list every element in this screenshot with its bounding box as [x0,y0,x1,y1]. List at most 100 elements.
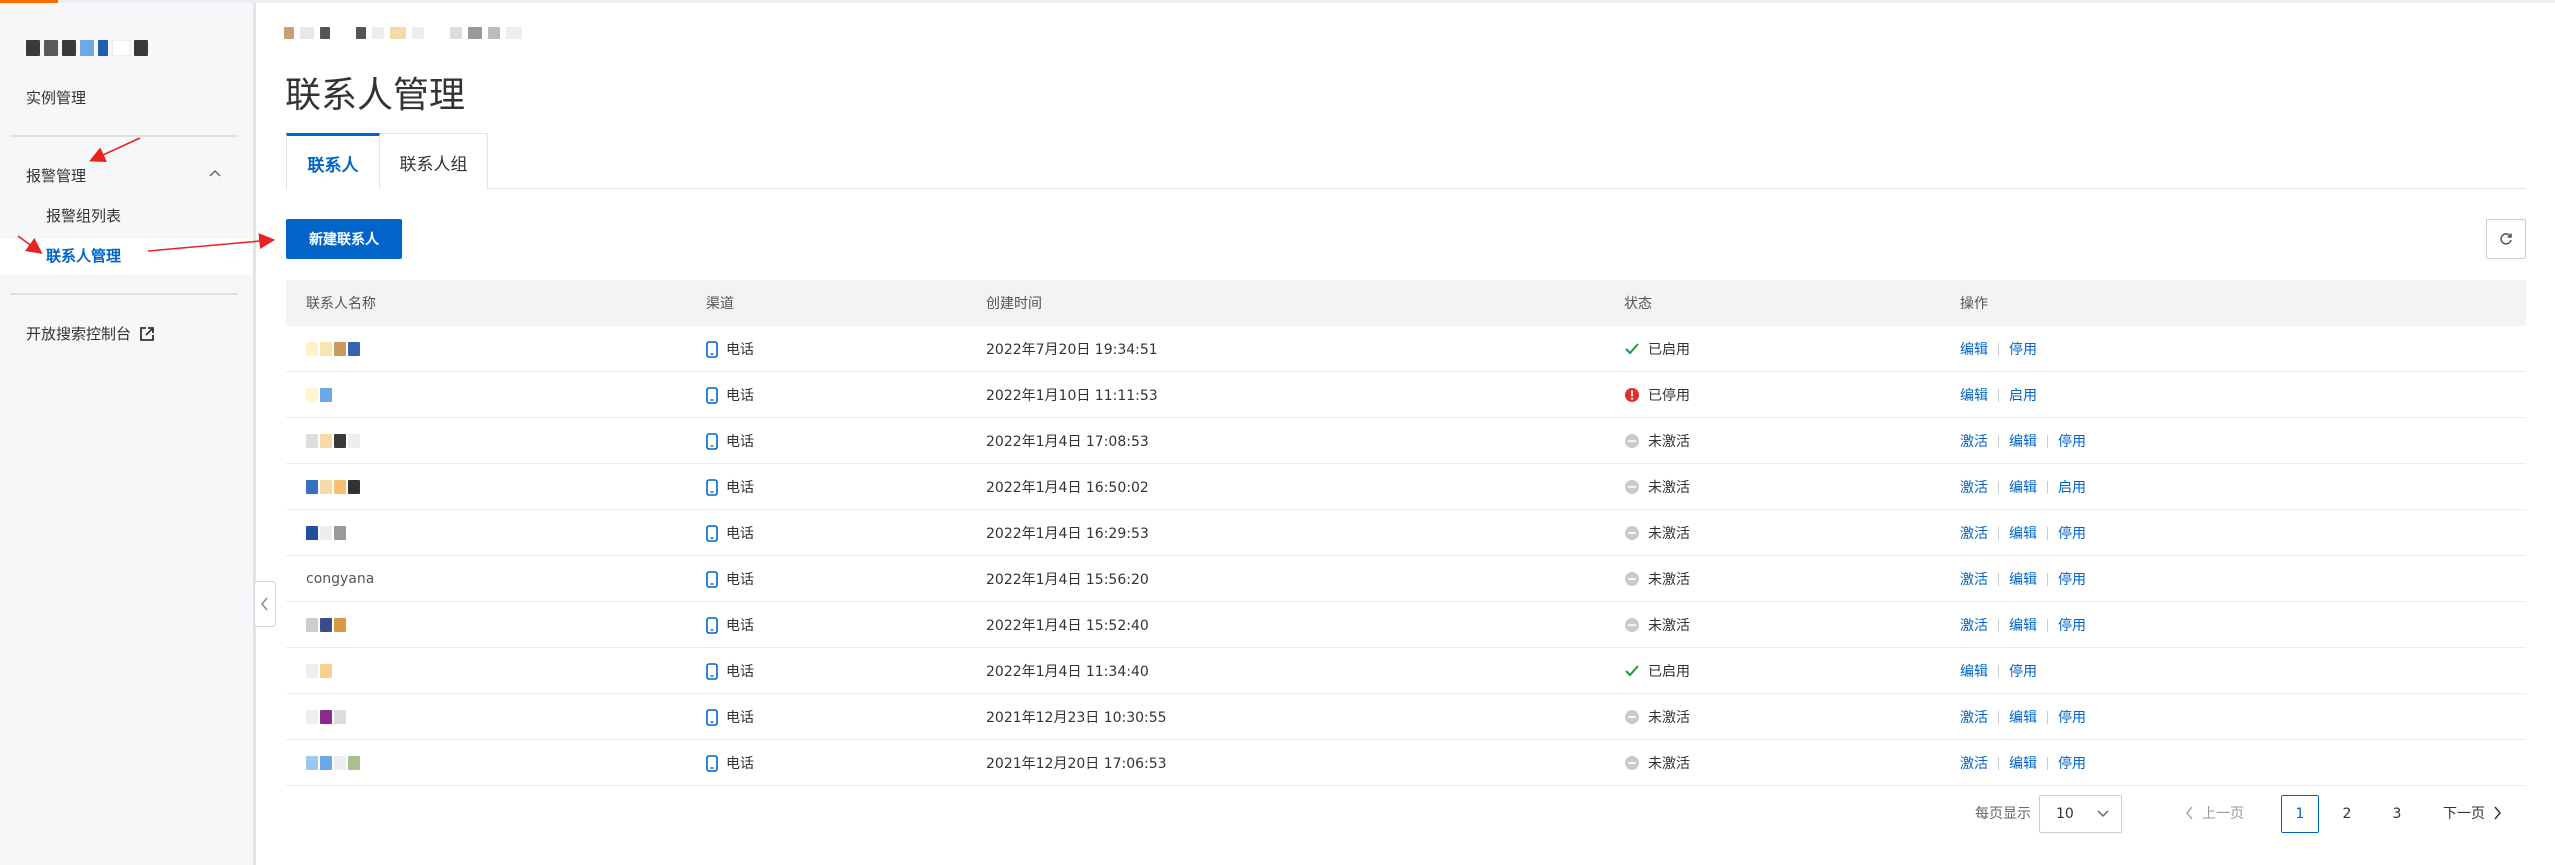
status-label: 未激活 [1648,710,1690,726]
row-action-link[interactable]: 停用 [2009,661,2037,681]
row-action-link[interactable]: 编辑 [2009,753,2037,773]
cell-channel: 电话 [706,694,754,740]
prev-page-button[interactable]: 上一页 [2186,803,2244,823]
page-button-2[interactable]: 2 [2328,795,2366,833]
inactive-icon [1625,526,1639,540]
channel-label: 电话 [726,756,754,772]
refresh-icon [2500,233,2512,245]
sidebar-collapse-button[interactable] [254,581,276,627]
tab-contact-groups[interactable]: 联系人组 [380,133,488,190]
cell-name: congyana [306,556,374,602]
chevron-up-icon[interactable] [208,166,222,180]
cell-channel: 电话 [706,556,754,602]
inactive-icon [1625,434,1639,448]
row-action-link[interactable]: 启用 [2009,385,2037,405]
cell-status: 未激活 [1624,510,1690,556]
action-separator [2047,710,2048,724]
row-action-link[interactable]: 停用 [2058,523,2086,543]
page-size-select[interactable]: 10 [2039,795,2122,833]
sidebar-item-alarm-management[interactable]: 报警管理 [26,165,86,186]
cell-created-time: 2022年1月10日 11:11:53 [986,388,1158,404]
error-icon [1625,388,1639,402]
cell-created-time: 2022年7月20日 19:34:51 [986,342,1158,358]
check-icon [1625,665,1639,677]
check-icon [1625,343,1639,355]
contact-name-redacted [306,342,360,356]
row-action-link[interactable]: 启用 [2058,477,2086,497]
sidebar-item-label: 开放搜索控制台 [26,325,132,343]
new-contact-button[interactable]: 新建联系人 [286,219,402,259]
cell-channel: 电话 [706,326,754,372]
mobile-phone-icon [706,616,718,634]
row-action-link[interactable]: 激活 [1960,753,1988,773]
row-action-link[interactable]: 激活 [1960,523,1988,543]
row-action-link[interactable]: 编辑 [2009,707,2037,727]
action-separator [1998,572,1999,586]
cell-name [306,602,346,648]
status-label: 未激活 [1648,618,1690,634]
row-action-link[interactable]: 停用 [2058,569,2086,589]
cell-status: 未激活 [1624,694,1690,740]
row-action-link[interactable]: 激活 [1960,707,1988,727]
action-separator [2047,434,2048,448]
column-header-status: 状态 [1624,296,1652,312]
cell-status: 已启用 [1624,326,1690,372]
row-action-link[interactable]: 激活 [1960,431,1988,451]
tab-contacts[interactable]: 联系人 [286,133,380,190]
row-action-link[interactable]: 停用 [2058,707,2086,727]
row-action-link[interactable]: 编辑 [2009,477,2037,497]
channel-label: 电话 [726,618,754,634]
cell-name [306,326,360,372]
row-action-link[interactable]: 停用 [2009,339,2037,359]
action-separator [1998,388,1999,402]
row-action-link[interactable]: 停用 [2058,615,2086,635]
refresh-button[interactable] [2486,219,2526,259]
row-action-link[interactable]: 编辑 [1960,385,1988,405]
inactive-icon [1625,572,1639,586]
page-button-1[interactable]: 1 [2281,795,2319,833]
sidebar-item-alarm-groups[interactable]: 报警组列表 [46,205,121,226]
cell-name [306,418,360,464]
contact-name-redacted [306,710,346,724]
status-label: 未激活 [1648,756,1690,772]
row-action-link[interactable]: 停用 [2058,431,2086,451]
cell-status: 未激活 [1624,740,1690,786]
next-page-label: 下一页 [2443,806,2485,822]
table-row: 电话 2021年12月20日 17:06:53 未激活 激活 编辑 停用 [286,740,2526,786]
mobile-phone-icon [706,478,718,496]
row-action-link[interactable]: 激活 [1960,569,1988,589]
sidebar-item-contacts[interactable]: 联系人管理 [46,245,121,266]
tab-bar: 联系人 联系人组 [286,133,2526,190]
cell-name [306,372,332,418]
cell-status: 未激活 [1624,464,1690,510]
row-action-link[interactable]: 编辑 [2009,615,2037,635]
cell-actions: 编辑 停用 [1960,648,2037,694]
page-button-3[interactable]: 3 [2378,795,2416,833]
contact-name-redacted [306,388,332,402]
cell-name [306,648,332,694]
sidebar-item-label: 报警组列表 [46,207,122,225]
cell-channel: 电话 [706,740,754,786]
row-action-link[interactable]: 编辑 [2009,569,2037,589]
cell-status: 已停用 [1624,372,1690,418]
row-action-link[interactable]: 编辑 [1960,661,1988,681]
row-action-link[interactable]: 编辑 [1960,339,1988,359]
sidebar-item-opensearch-console[interactable]: 开放搜索控制台 [26,323,155,344]
channel-label: 电话 [726,480,754,496]
sidebar-item-instances[interactable]: 实例管理 [26,87,86,108]
row-action-link[interactable]: 停用 [2058,753,2086,773]
chevron-left-icon [2186,806,2193,820]
mobile-phone-icon [706,708,718,726]
sidebar-item-label: 报警管理 [26,167,87,185]
contacts-table: 联系人名称 渠道 创建时间 状态 操作 电话 2022年7月20日 19:34:5… [286,280,2526,786]
row-action-link[interactable]: 编辑 [2009,523,2037,543]
next-page-button[interactable]: 下一页 [2443,803,2501,823]
row-action-link[interactable]: 编辑 [2009,431,2037,451]
row-action-link[interactable]: 激活 [1960,615,1988,635]
mobile-phone-icon [706,432,718,450]
table-row: 电话 2021年12月23日 10:30:55 未激活 激活 编辑 停用 [286,694,2526,740]
cell-created-time: 2022年1月4日 17:08:53 [986,434,1149,450]
cell-status: 未激活 [1624,602,1690,648]
status-label: 已启用 [1648,342,1690,358]
row-action-link[interactable]: 激活 [1960,477,1988,497]
